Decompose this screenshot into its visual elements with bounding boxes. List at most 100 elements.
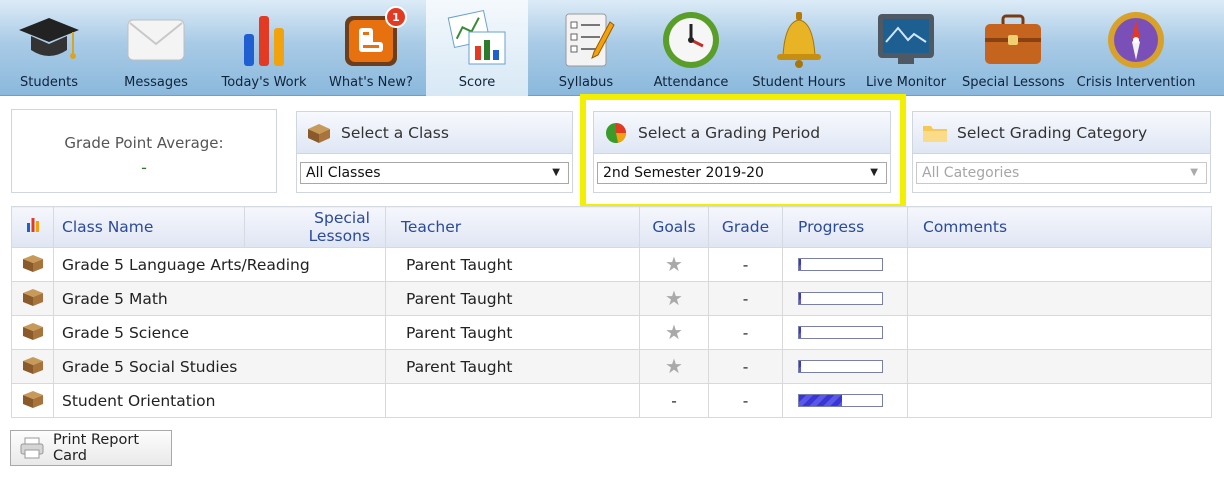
column-header-grade[interactable]: Grade	[708, 206, 783, 248]
grade-value: -	[742, 357, 749, 376]
printer-icon	[19, 437, 45, 459]
teacher-cell: Parent Taught	[385, 281, 640, 316]
comments-cell	[907, 349, 1212, 384]
toolbar-item-student-hours[interactable]: Student Hours	[746, 0, 852, 96]
goal-star-icon[interactable]: ★	[665, 288, 683, 308]
grading-category-select[interactable]: All Categories ▼	[916, 162, 1207, 184]
class-name[interactable]: Grade 5 Language Arts/Reading	[62, 256, 310, 274]
grades-table: Class Name Special Lessons Teacher Goals…	[11, 206, 1212, 418]
comments-cell	[907, 281, 1212, 316]
grade-cell: -	[708, 349, 783, 384]
toolbar-label: Syllabus	[558, 75, 614, 90]
comments-cell	[907, 247, 1212, 282]
toolbar-item-students[interactable]: Students	[2, 0, 96, 96]
class-name-cell[interactable]: Grade 5 Language Arts/Reading	[53, 247, 386, 282]
class-box-cell	[11, 247, 54, 282]
goals-value: -	[671, 391, 677, 410]
toolbar-item-whats-new[interactable]: 1 What's New?	[322, 0, 420, 96]
progress-bar	[798, 292, 883, 305]
notification-badge: 1	[385, 6, 407, 28]
toolbar-item-special-lessons[interactable]: Special Lessons	[962, 0, 1065, 96]
column-header-goals[interactable]: Goals	[639, 206, 709, 248]
teacher-cell: Parent Taught	[385, 247, 640, 282]
goal-star-icon[interactable]: ★	[665, 322, 683, 342]
teacher-name: Parent Taught	[406, 357, 513, 376]
goal-star-icon[interactable]: ★	[665, 254, 683, 274]
toolbar-item-attendance[interactable]: Attendance	[642, 0, 740, 96]
comments-cell	[907, 315, 1212, 350]
class-select[interactable]: All Classes ▼	[300, 162, 569, 184]
grade-cell: -	[708, 383, 783, 418]
print-button-label: Print Report Card	[53, 432, 140, 464]
graduation-cap-icon	[17, 8, 81, 72]
class-name-cell[interactable]: Grade 5 Science	[53, 315, 386, 350]
table-header-row: Class Name Special Lessons Teacher Goals…	[11, 206, 1212, 248]
bar-chart-icon	[25, 218, 41, 237]
folder-icon	[921, 120, 949, 146]
briefcase-icon	[981, 8, 1045, 72]
select-value: All Categories	[922, 165, 1020, 181]
bar-chart-icon	[232, 8, 296, 72]
class-name[interactable]: Grade 5 Science	[62, 324, 189, 342]
column-header-teacher[interactable]: Teacher	[385, 206, 640, 248]
progress-cell	[782, 315, 908, 350]
toolbar-item-syllabus[interactable]: Syllabus	[538, 0, 634, 96]
dropdown-arrow-icon: ▼	[552, 167, 560, 178]
goals-cell: ★	[639, 315, 709, 350]
panel-title: Select Grading Category	[957, 123, 1148, 142]
panel-header: Select a Class	[297, 112, 572, 154]
class-name-cell[interactable]: Grade 5 Social Studies	[53, 349, 386, 384]
class-name-cell[interactable]: Student Orientation	[53, 383, 386, 418]
progress-bar	[798, 258, 883, 271]
print-report-card-button[interactable]: Print Report Card	[10, 430, 172, 466]
grade-value: -	[742, 255, 749, 274]
toolbar-item-messages[interactable]: Messages	[108, 0, 204, 96]
goals-value: ★	[665, 254, 683, 275]
clock-icon	[659, 8, 723, 72]
class-box-cell	[11, 383, 54, 418]
panel-header: Select a Grading Period	[594, 112, 890, 154]
goals-cell: ★	[639, 349, 709, 384]
class-name[interactable]: Student Orientation	[62, 392, 215, 410]
class-name[interactable]: Grade 5 Social Studies	[62, 358, 237, 376]
toolbar-item-live-monitor[interactable]: Live Monitor	[858, 0, 954, 96]
class-name-cell[interactable]: Grade 5 Math	[53, 281, 386, 316]
toolbar-item-score[interactable]: Score	[426, 0, 528, 96]
table-row[interactable]: Grade 5 Social Studies Parent Taught ★ -	[11, 349, 1212, 384]
column-header-special-lessons[interactable]: Special Lessons	[244, 206, 386, 248]
class-box-icon	[21, 254, 45, 278]
column-header-class-name[interactable]: Class Name	[53, 206, 245, 248]
progress-fill	[799, 361, 801, 372]
grade-value: -	[742, 323, 749, 342]
progress-bar	[798, 360, 883, 373]
goals-cell: -	[639, 383, 709, 418]
column-header-comments[interactable]: Comments	[907, 206, 1212, 248]
grading-period-filter-panel: Select a Grading Period 2nd Semester 201…	[593, 111, 891, 193]
table-row[interactable]: Grade 5 Science Parent Taught ★ -	[11, 315, 1212, 350]
column-header-progress[interactable]: Progress	[782, 206, 908, 248]
progress-cell	[782, 247, 908, 282]
toolbar-label: Today's Work	[221, 75, 307, 90]
dropdown-arrow-icon: ▼	[870, 167, 878, 178]
grade-cell: -	[708, 247, 783, 282]
compass-icon	[1104, 8, 1168, 72]
box-icon	[305, 120, 333, 146]
progress-fill	[799, 259, 801, 270]
goal-star-icon[interactable]: ★	[665, 356, 683, 376]
gpa-value: -	[141, 158, 147, 177]
class-name[interactable]: Grade 5 Math	[62, 290, 168, 308]
toolbar-item-crisis-intervention[interactable]: Crisis Intervention	[1070, 0, 1202, 96]
table-row[interactable]: Grade 5 Math Parent Taught ★ -	[11, 281, 1212, 316]
grading-period-select[interactable]: 2nd Semester 2019-20 ▼	[597, 162, 887, 184]
panel-title: Select a Class	[341, 123, 449, 142]
goals-value: ★	[665, 356, 683, 377]
comments-cell	[907, 383, 1212, 418]
toolbar-label: Attendance	[653, 75, 729, 90]
table-row[interactable]: Student Orientation - -	[11, 383, 1212, 418]
table-row[interactable]: Grade 5 Language Arts/Reading Parent Tau…	[11, 247, 1212, 282]
toolbar-item-todays-work[interactable]: Today's Work	[214, 0, 314, 96]
blogger-icon: 1	[339, 6, 407, 72]
teacher-cell	[385, 383, 640, 418]
progress-cell	[782, 349, 908, 384]
progress-fill	[799, 327, 801, 338]
